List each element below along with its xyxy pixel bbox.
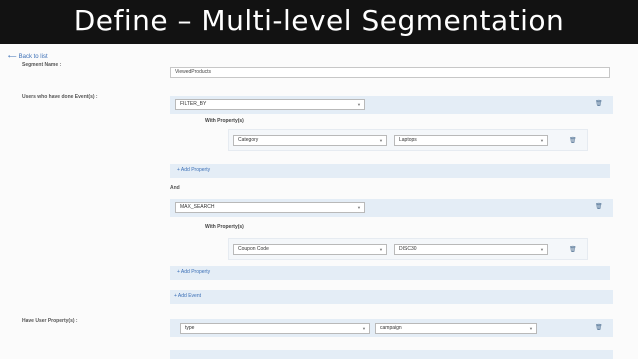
property-key-value: Coupon Code xyxy=(238,246,269,252)
and-label: And xyxy=(170,185,180,191)
add-property-button[interactable]: +Add Property xyxy=(177,269,210,275)
property-value-value: DISC30 xyxy=(399,246,417,252)
property-value-select[interactable]: DISC30 ▼ xyxy=(394,244,548,255)
event-select[interactable]: MAX_SEARCH ▼ xyxy=(175,202,365,213)
plus-icon: + xyxy=(177,167,180,173)
property-value-select[interactable]: Laptops ▼ xyxy=(394,135,548,146)
trash-icon[interactable]: 🗑 xyxy=(595,100,603,108)
user-property-row: type ▼ campaign ▼ 🗑 xyxy=(170,319,613,337)
chevron-down-icon: ▼ xyxy=(379,247,383,252)
trash-icon[interactable]: 🗑 xyxy=(569,246,577,254)
segment-name-label: Segment Name : xyxy=(22,62,62,68)
user-property-label: Have User Property(s) : xyxy=(22,318,78,324)
events-label: Users who have done Event(s) : xyxy=(22,94,98,100)
add-event-label: Add Event xyxy=(177,293,201,299)
back-arrow-icon: ⟵ xyxy=(8,54,17,60)
slide-banner: Define – Multi-level Segmentation xyxy=(0,0,638,44)
user-property-key-value: type xyxy=(185,325,195,331)
chevron-down-icon: ▼ xyxy=(529,326,533,331)
user-property-value-select[interactable]: campaign ▼ xyxy=(375,323,537,334)
property-key-select[interactable]: Category ▼ xyxy=(233,135,387,146)
segment-name-input[interactable]: ViewedProducts xyxy=(170,67,610,78)
segment-editor: ⟵ Back to list Segment Name : ViewedProdu… xyxy=(0,44,638,359)
chevron-down-icon: ▼ xyxy=(357,102,361,107)
user-property-key-select[interactable]: type ▼ xyxy=(180,323,370,334)
chevron-down-icon: ▼ xyxy=(357,205,361,210)
add-property-row: +Add Property xyxy=(170,164,610,178)
trash-icon[interactable]: 🗑 xyxy=(595,203,603,211)
plus-icon: + xyxy=(177,269,180,275)
user-property-value-value: campaign xyxy=(380,325,402,331)
property-key-value: Category xyxy=(238,137,259,143)
with-property-label: With Property(s) xyxy=(205,224,244,230)
plus-icon: + xyxy=(174,293,177,299)
add-property-label: Add Property xyxy=(180,269,211,275)
add-property-row: +Add Property xyxy=(170,266,610,280)
chevron-down-icon: ▼ xyxy=(379,138,383,143)
event-row: FILTER_BY ▼ 🗑 xyxy=(170,96,613,114)
add-event-row: +Add Event xyxy=(170,290,613,304)
trash-icon[interactable]: 🗑 xyxy=(595,324,603,332)
event-select[interactable]: FILTER_BY ▼ xyxy=(175,99,365,110)
event-select-value: FILTER_BY xyxy=(180,101,207,107)
trash-icon[interactable]: 🗑 xyxy=(569,137,577,145)
property-row: Coupon Code ▼ DISC30 ▼ 🗑 xyxy=(228,238,588,260)
chevron-down-icon: ▼ xyxy=(540,247,544,252)
event-select-value: MAX_SEARCH xyxy=(180,204,215,210)
with-property-label: With Property(s) xyxy=(205,118,244,124)
property-value-value: Laptops xyxy=(399,137,417,143)
back-to-list-link[interactable]: ⟵ Back to list xyxy=(8,53,48,60)
add-event-button[interactable]: +Add Event xyxy=(174,293,201,299)
property-key-select[interactable]: Coupon Code ▼ xyxy=(233,244,387,255)
back-to-list-label: Back to list xyxy=(18,54,48,60)
add-property-button[interactable]: +Add Property xyxy=(177,167,210,173)
event-row: MAX_SEARCH ▼ 🗑 xyxy=(170,199,613,217)
add-property-label: Add Property xyxy=(180,167,211,173)
chevron-down-icon: ▼ xyxy=(540,138,544,143)
property-row: Category ▼ Laptops ▼ 🗑 xyxy=(228,129,588,151)
chevron-down-icon: ▼ xyxy=(362,326,366,331)
slide-title: Define – Multi-level Segmentation xyxy=(73,4,565,37)
next-row-partial xyxy=(170,350,613,359)
